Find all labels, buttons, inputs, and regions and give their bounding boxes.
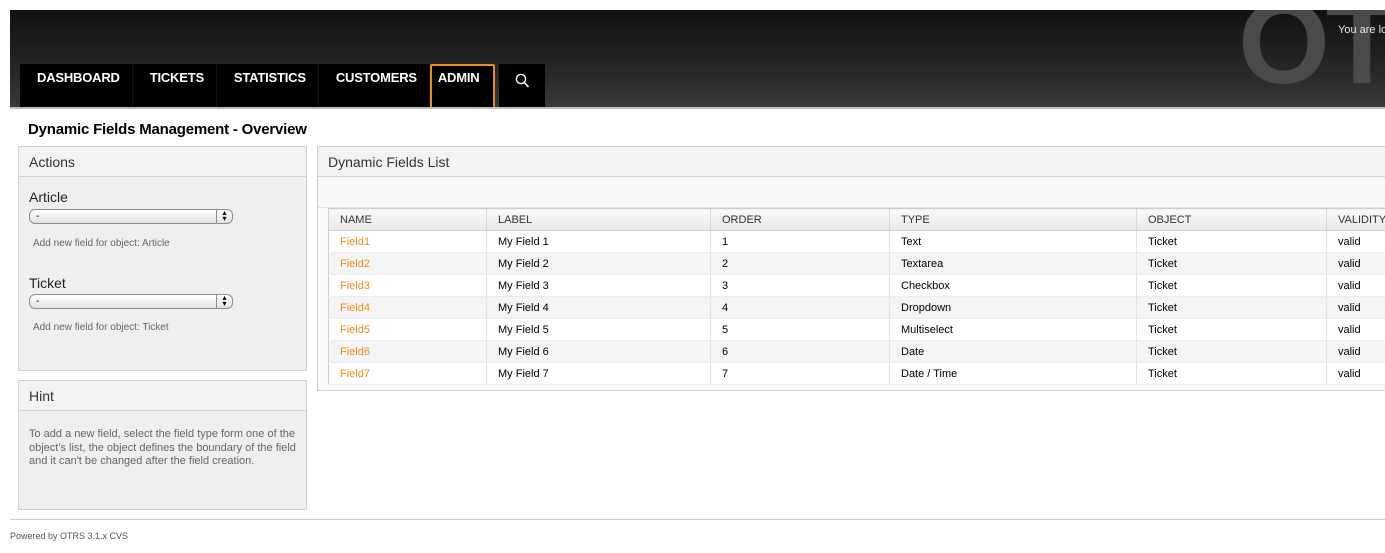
nav-admin[interactable]: ADMIN — [429, 64, 496, 108]
cell-object: Ticket — [1136, 252, 1327, 275]
article-select-value: - — [36, 211, 40, 222]
cell-object: Ticket — [1136, 230, 1327, 253]
article-field-select[interactable]: - ▴ ▾ — [29, 209, 233, 224]
article-note: Add new field for object: Article — [33, 238, 170, 249]
select-arrows-icon: ▴ ▾ — [216, 294, 232, 309]
table-row[interactable]: Field4 My Field 4 4 Dropdown Ticket vali… — [328, 296, 1385, 319]
cell-validity: valid — [1326, 318, 1385, 341]
nav-search-button[interactable] — [499, 64, 546, 108]
table-row[interactable]: Field3 My Field 3 3 Checkbox Ticket vali… — [328, 274, 1385, 297]
cell-object: Ticket — [1136, 296, 1327, 319]
cell-type: Checkbox — [889, 274, 1137, 297]
field-name-link[interactable]: Field5 — [340, 324, 370, 336]
login-info: You are logged in as — [1338, 24, 1385, 36]
column-header-type[interactable]: TYPE — [889, 208, 1137, 231]
select-arrows-icon: ▴ ▾ — [216, 209, 232, 224]
footer-text: Powered by OTRS 3.1.x CVS — [10, 531, 129, 541]
hint-text: To add a new field, select the field typ… — [29, 428, 296, 467]
cell-name: Field6 — [328, 340, 487, 363]
cell-label: My Field 2 — [486, 252, 711, 275]
field-name-link[interactable]: Field6 — [340, 346, 370, 358]
field-name-link[interactable]: Field1 — [340, 236, 370, 248]
cell-object: Ticket — [1136, 274, 1327, 297]
cell-label: My Field 6 — [486, 340, 711, 363]
column-header-order[interactable]: ORDER — [710, 208, 890, 231]
table-row[interactable]: Field6 My Field 6 6 Date Ticket valid — [328, 340, 1385, 363]
field-name-link[interactable]: Field4 — [340, 302, 370, 314]
cell-name: Field2 — [328, 252, 487, 275]
cell-object: Ticket — [1136, 318, 1327, 341]
ticket-note: Add new field for object: Ticket — [33, 322, 169, 333]
actions-panel: Actions Article - ▴ ▾ Add new field for o… — [18, 146, 307, 371]
cell-validity: valid — [1326, 274, 1385, 297]
header-divider — [10, 107, 1385, 109]
cell-name: Field3 — [328, 274, 487, 297]
nav-statistics[interactable]: STATISTICS — [216, 64, 319, 108]
table-row[interactable]: Field5 My Field 5 5 Multiselect Ticket v… — [328, 318, 1385, 341]
field-name-link[interactable]: Field3 — [340, 280, 370, 292]
dynamic-fields-table: NAME LABEL ORDER TYPE OBJECT VALIDITY Fi… — [328, 208, 1385, 385]
cell-order: 3 — [710, 274, 890, 297]
cell-name: Field5 — [328, 318, 487, 341]
table-row[interactable]: Field2 My Field 2 2 Textarea Ticket vali… — [328, 252, 1385, 275]
footer-divider — [10, 519, 1385, 520]
cell-name: Field7 — [328, 362, 487, 385]
field-name-link[interactable]: Field2 — [340, 258, 370, 270]
ticket-field-select[interactable]: - ▴ ▾ — [29, 294, 233, 309]
cell-validity: valid — [1326, 252, 1385, 275]
cell-label: My Field 3 — [486, 274, 711, 297]
list-filter-bar — [318, 177, 1385, 208]
dynamic-fields-panel: Dynamic Fields List NAME LABEL ORDER TYP… — [317, 146, 1385, 391]
search-icon — [515, 73, 530, 88]
cell-order: 6 — [710, 340, 890, 363]
column-header-object[interactable]: OBJECT — [1136, 208, 1327, 231]
list-header: Dynamic Fields List — [318, 147, 1385, 177]
cell-type: Date — [889, 340, 1137, 363]
ticket-label: Ticket — [29, 275, 66, 291]
cell-label: My Field 7 — [486, 362, 711, 385]
hint-header: Hint — [19, 381, 306, 411]
cell-label: My Field 1 — [486, 230, 711, 253]
nav-tickets[interactable]: TICKETS — [132, 64, 217, 108]
cell-type: Text — [889, 230, 1137, 253]
column-header-validity[interactable]: VALIDITY — [1326, 208, 1385, 231]
cell-label: My Field 4 — [486, 296, 711, 319]
cell-order: 7 — [710, 362, 890, 385]
cell-type: Textarea — [889, 252, 1137, 275]
table-header-row: NAME LABEL ORDER TYPE OBJECT VALIDITY — [328, 208, 1385, 231]
field-name-link[interactable]: Field7 — [340, 368, 370, 380]
cell-name: Field4 — [328, 296, 487, 319]
cell-label: My Field 5 — [486, 318, 711, 341]
cell-validity: valid — [1326, 296, 1385, 319]
cell-object: Ticket — [1136, 340, 1327, 363]
table-row[interactable]: Field1 My Field 1 1 Text Ticket valid — [328, 230, 1385, 253]
cell-validity: valid — [1326, 362, 1385, 385]
cell-type: Dropdown — [889, 296, 1137, 319]
column-header-name[interactable]: NAME — [328, 208, 487, 231]
cell-validity: valid — [1326, 340, 1385, 363]
cell-validity: valid — [1326, 230, 1385, 253]
cell-name: Field1 — [328, 230, 487, 253]
nav-customers[interactable]: CUSTOMERS — [318, 64, 430, 108]
article-label: Article — [29, 189, 68, 205]
main-nav: DASHBOARD TICKETS STATISTICS CUSTOMERS A… — [20, 64, 546, 108]
ticket-select-value: - — [36, 296, 40, 307]
cell-object: Ticket — [1136, 362, 1327, 385]
cell-order: 1 — [710, 230, 890, 253]
top-header: OTRS You are logged in as DASHBOARD TICK… — [10, 10, 1385, 108]
cell-order: 2 — [710, 252, 890, 275]
actions-header: Actions — [19, 147, 306, 177]
hint-panel: Hint To add a new field, select the fiel… — [18, 380, 307, 510]
column-header-label[interactable]: LABEL — [486, 208, 711, 231]
cell-type: Date / Time — [889, 362, 1137, 385]
cell-type: Multiselect — [889, 318, 1137, 341]
table-row[interactable]: Field7 My Field 7 7 Date / Time Ticket v… — [328, 362, 1385, 385]
cell-order: 5 — [710, 318, 890, 341]
nav-dashboard[interactable]: DASHBOARD — [20, 64, 133, 108]
cell-order: 4 — [710, 296, 890, 319]
page-title: Dynamic Fields Management - Overview — [28, 121, 307, 138]
